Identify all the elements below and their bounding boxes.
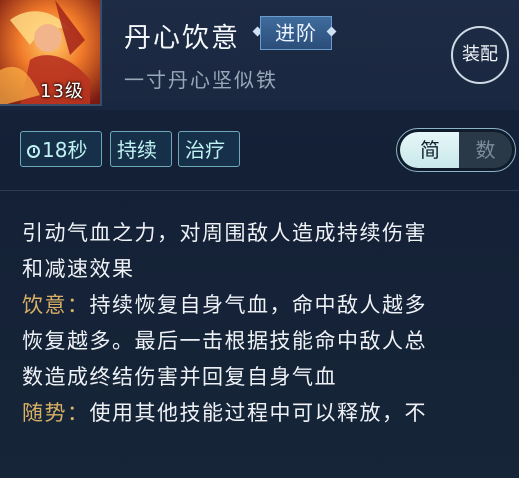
tag-duration: 持续 [110, 131, 172, 167]
clock-icon [27, 145, 40, 158]
desc-line: 随势：使用其他技能过程中可以释放，不 [22, 395, 508, 431]
tag-heal: 治疗 [178, 131, 240, 167]
skill-name: 丹心饮意 [124, 23, 240, 54]
cooldown-value: 18秒 [42, 138, 88, 162]
advanced-badge: 进阶 [260, 16, 332, 50]
desc-line: 数造成终结伤害并回复自身气血 [22, 365, 337, 389]
toggle-numbers[interactable]: 数 [459, 132, 512, 168]
desc-text: 使用其他技能过程中可以释放，不 [89, 401, 427, 425]
simple-detail-toggle[interactable]: 简 数 [396, 128, 516, 172]
desc-line: 引动气血之力，对周围敌人造成持续伤害 [22, 221, 427, 245]
skill-subtitle: 一寸丹心坚似铁 [124, 68, 278, 92]
skill-level: 13级 [40, 81, 84, 102]
skill-portrait[interactable]: 13级 [0, 0, 102, 106]
effect-label-yinyi: 饮意： [22, 293, 90, 317]
cooldown-tag: 18秒 [20, 131, 102, 167]
desc-text: 持续恢复自身气血，命中敌人越多 [89, 293, 427, 317]
divider [0, 190, 519, 191]
skill-header: 13级 丹心饮意 进阶 一寸丹心坚似铁 装配 [0, 0, 519, 110]
skill-detail-panel: 13级 丹心饮意 进阶 一寸丹心坚似铁 装配 18秒 持续 治疗 简 数 引动气… [0, 0, 519, 478]
toggle-simple[interactable]: 简 [400, 132, 460, 168]
equip-button[interactable]: 装配 [451, 26, 509, 84]
desc-line: 饮意：持续恢复自身气血，命中敌人越多 [22, 287, 508, 323]
desc-line: 和减速效果 [22, 257, 135, 281]
effect-label-suishi: 随势： [22, 401, 90, 425]
desc-line: 恢复越多。最后一击根据技能命中敌人总 [22, 329, 427, 353]
skill-description: 引动气血之力，对周围敌人造成持续伤害 和减速效果 饮意：持续恢复自身气血，命中敌… [22, 215, 508, 431]
